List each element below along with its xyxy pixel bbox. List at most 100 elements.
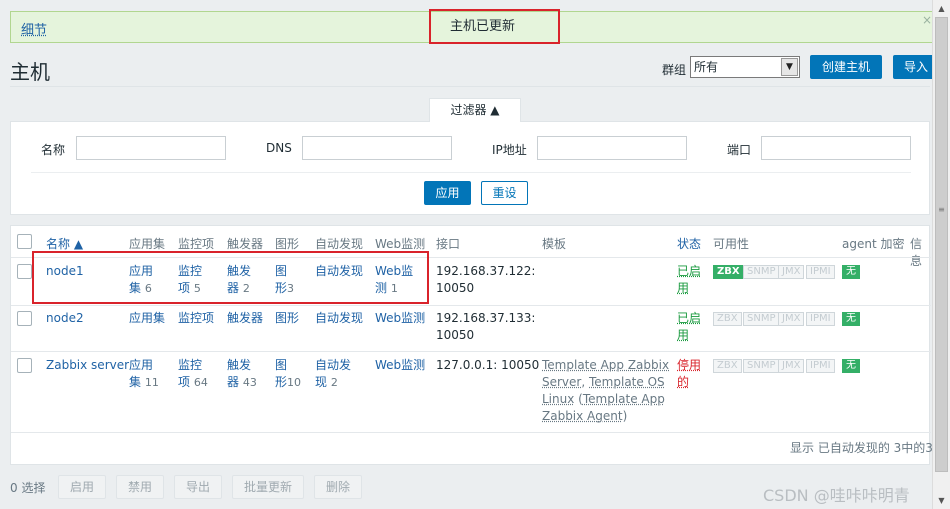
encryption-badge: 无 [842,359,860,373]
template-link[interactable]: Linux [542,392,574,406]
disable-button[interactable]: 禁用 [116,475,164,499]
applications-link[interactable]: 应用集 [129,310,165,327]
graphs-label: 形 [275,375,288,389]
create-host-button[interactable]: 创建主机 [810,55,882,79]
status-link[interactable]: 已启 用 [677,310,701,344]
template-link[interactable]: Template App [583,392,665,406]
scroll-down-icon[interactable]: ▼ [933,492,950,509]
items-label: 项 [178,375,191,389]
scrollbar-thumb[interactable] [935,17,948,472]
snmp-badge: SNMP [743,312,780,326]
page-title: 主机 [10,60,50,84]
message-text: 主机已更新 [429,9,560,44]
status-label: 的 [677,375,690,389]
applications-count: 11 [144,376,159,389]
jmx-badge: JMX [778,312,805,326]
header-interface: 接口 [436,237,461,251]
status-label: 停用 [677,358,702,372]
discovery-link[interactable]: 自动发现 [315,310,363,327]
triggers-count: 43 [242,376,257,389]
interface-port: 10050 [436,281,475,295]
discovery-count: 2 [330,376,338,389]
filter-panel: 名称 DNS IP地址 端口 应用 重设 [10,121,930,215]
header-applications: 应用集 [129,237,166,251]
group-select-value: 所有 [694,60,719,74]
header-discovery: 自动发现 [315,237,364,251]
web-link[interactable]: Web监测 [375,357,425,374]
zbx-badge: ZBX [713,312,742,326]
triggers-link[interactable]: 触发器 [227,310,263,327]
scroll-up-icon[interactable]: ▲ [933,0,950,17]
filter-dns-input[interactable] [302,136,452,160]
interface-cell: 192.168.37.122: 10050 [436,263,535,297]
export-button[interactable]: 导出 [174,475,222,499]
interface-cell: 192.168.37.133: 10050 [436,310,535,344]
header-templates: 模板 [542,237,567,251]
filter-apply-button[interactable]: 应用 [424,181,471,205]
encryption-badge: 无 [842,265,860,279]
message-details-link[interactable]: 细节 [21,19,47,38]
items-link[interactable]: 监控项 [178,310,214,327]
template-link[interactable]: Zabbix Agent [542,409,623,423]
status-link[interactable]: 已启 用 [677,263,701,297]
interface-port: 10050 [436,328,475,342]
divider [10,86,930,87]
filter-separator [31,172,911,173]
enable-button[interactable]: 启用 [58,475,106,499]
discovery-link[interactable]: 自动发 现 2 [315,357,351,391]
filter-tab[interactable]: 过滤器 ▲ [429,98,521,122]
zbx-badge: ZBX [713,359,742,373]
filter-reset-button[interactable]: 重设 [481,181,528,205]
filter-port-label: 端口 [727,143,752,157]
graphs-link[interactable]: 图 形10 [275,357,301,391]
graphs-count: 10 [287,376,302,389]
web-link[interactable]: Web监测 [375,310,425,327]
ipmi-badge: IPMI [806,265,835,279]
filter-name-input[interactable] [76,136,226,160]
filter-ip-input[interactable] [537,136,687,160]
applications-label: 集 [129,375,142,389]
template-link[interactable]: Template OS [589,375,665,389]
host-name-link[interactable]: node2 [46,310,84,327]
snmp-badge: SNMP [743,265,780,279]
header-web: Web监测 [375,237,426,251]
header-name[interactable]: 名称 ▲ [46,235,83,252]
items-link[interactable]: 监控 项 64 [178,357,208,391]
group-label: 群组 [662,63,687,77]
header-status[interactable]: 状态 [677,235,701,252]
vertical-scrollbar[interactable]: ▲ ≡ ▼ [932,0,950,509]
status-label: 用 [677,281,690,295]
mass-update-button[interactable]: 批量更新 [232,475,304,499]
header-items: 监控项 [178,237,215,251]
ipmi-badge: IPMI [806,359,835,373]
filter-name-label: 名称 [41,143,66,157]
status-link[interactable]: 停用 的 [677,357,701,391]
watermark: CSDN @哇咔咔明青 [763,486,910,505]
select-all-checkbox[interactable] [17,234,32,249]
templates-cell: Template App Zabbix Server, Template OS … [542,357,669,425]
zbx-badge: ZBX [713,265,744,279]
triggers-label: 触发 [227,358,252,372]
template-separator: ( [574,392,583,406]
row-checkbox[interactable] [17,311,32,326]
graphs-link[interactable]: 图形 [275,310,299,327]
host-name-link[interactable]: Zabbix server [46,357,129,374]
row-divider [11,351,931,352]
discovery-label: 现 [315,375,328,389]
row-checkbox[interactable] [17,358,32,373]
status-label: 已启 [677,264,702,278]
status-label: 已启 [677,311,702,325]
row-checkbox[interactable] [17,264,32,279]
delete-button[interactable]: 删除 [314,475,362,499]
selected-count: 0 选择 [10,481,46,495]
interface-ip: 192.168.37.133: [436,311,536,325]
close-icon[interactable]: × [922,13,932,27]
applications-link[interactable]: 应用 集 11 [129,357,159,391]
filter-port-input[interactable] [761,136,911,160]
group-select[interactable]: 所有 ▼ [690,56,800,78]
row-divider [11,432,931,433]
template-link[interactable]: Server [542,375,581,389]
chevron-down-icon[interactable]: ▼ [781,58,798,76]
triggers-link[interactable]: 触发 器 43 [227,357,257,391]
template-link[interactable]: Template App Zabbix [542,358,669,372]
